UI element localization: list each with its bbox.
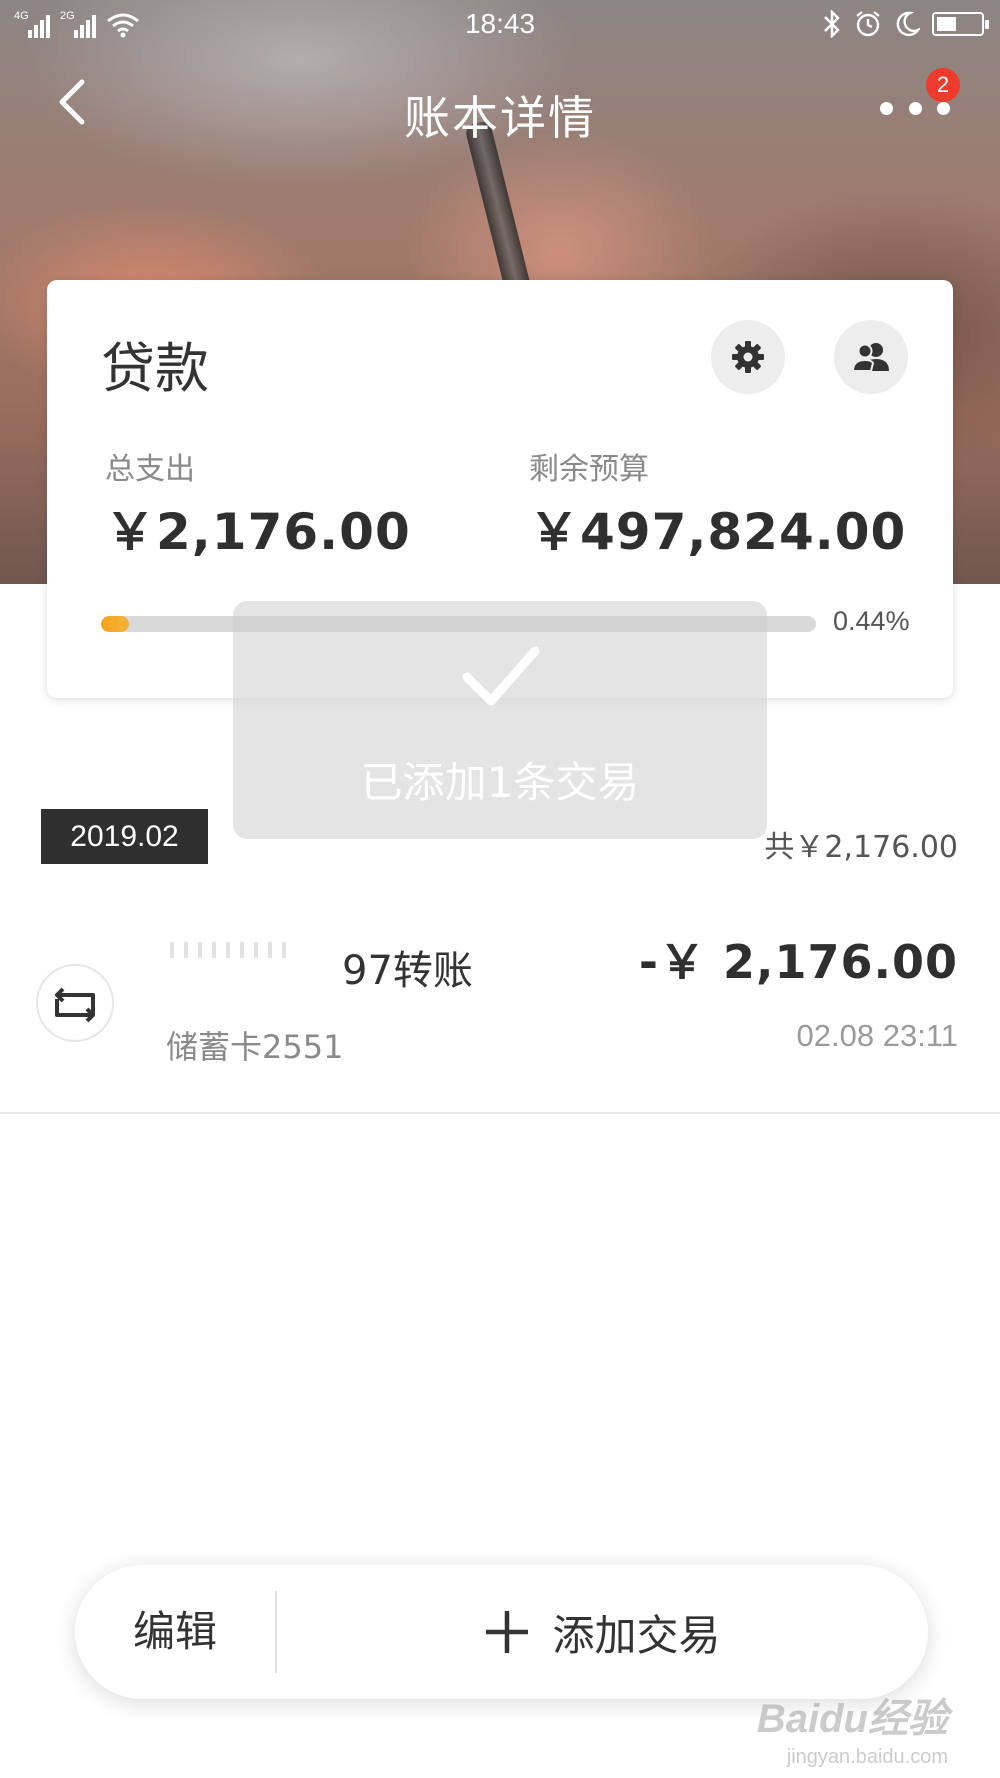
bottom-action-bar: 编辑 添加交易 [75, 1565, 928, 1699]
budget-title: 贷款 [101, 337, 209, 400]
month-label: 2019.02 [41, 809, 208, 864]
navigation-bar: 账本详情 [0, 52, 1000, 172]
more-dots-icon [880, 101, 893, 115]
budget-progress-fill [101, 616, 129, 632]
alarm-icon [856, 11, 880, 37]
toast-message: 已添加1条交易 [360, 758, 640, 807]
month-total: 共￥2,176.00 [764, 830, 958, 865]
budget-progress-percent: 0.44% [833, 606, 910, 636]
transaction-category-badge [36, 964, 114, 1042]
plus-icon [486, 1611, 529, 1653]
battery-icon [932, 12, 989, 36]
page-title: 账本详情 [404, 91, 596, 145]
redacted-text [170, 942, 290, 958]
moon-icon [896, 11, 920, 37]
remaining-value: ￥497,824.00 [529, 503, 907, 561]
transfer-icon [55, 987, 95, 1023]
checkmark-icon [462, 646, 540, 706]
add-transaction-label: 添加交易 [552, 1610, 721, 1660]
edit-button[interactable]: 编辑 [75, 1565, 275, 1699]
status-bar: 4G 2G 18:43 [0, 0, 1000, 52]
watermark-url: jingyan.baidu.com [786, 1746, 948, 1768]
settings-button[interactable] [711, 320, 785, 394]
gear-icon [732, 341, 764, 373]
battery-level [937, 17, 956, 31]
success-toast: 已添加1条交易 [233, 601, 767, 839]
transaction-time: 02.08 23:11 [796, 1018, 958, 1053]
transaction-account: 储蓄卡2551 [166, 1028, 344, 1066]
spent-label: 总支出 [105, 452, 195, 487]
spent-value: ￥2,176.00 [105, 503, 411, 561]
members-button[interactable] [834, 320, 908, 394]
transaction-name: 97转账 [342, 948, 473, 994]
members-icon [851, 343, 889, 372]
bluetooth-icon [824, 10, 840, 38]
notification-badge: 2 [926, 68, 960, 102]
watermark-logo: Baidu经验 [756, 1697, 948, 1741]
status-right [822, 10, 989, 38]
remaining-label: 剩余预算 [529, 452, 649, 487]
transaction-row[interactable]: 97转账 -￥ 2,176.00 储蓄卡2551 02.08 23:11 [0, 900, 1000, 1114]
transaction-amount: -￥ 2,176.00 [638, 935, 958, 989]
watermark: Baidu经验 jingyan.baidu.com [757, 1686, 948, 1769]
add-transaction-button[interactable]: 添加交易 [277, 1565, 928, 1699]
